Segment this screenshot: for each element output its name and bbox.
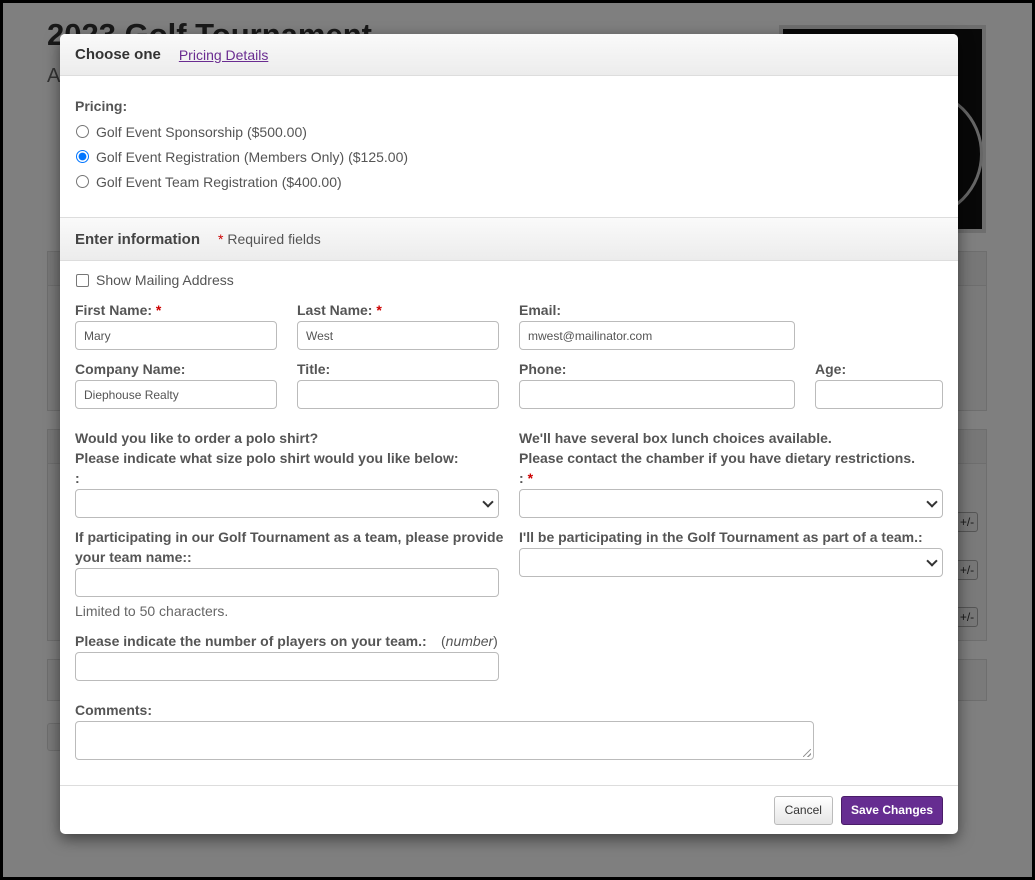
age-input[interactable] (815, 380, 943, 409)
chevron-down-icon (926, 555, 938, 567)
team-name-label-line1: If participating in our Golf Tournament … (75, 529, 504, 545)
players-count-input[interactable] (75, 652, 499, 681)
first-name-input[interactable] (75, 321, 277, 350)
modal-header: Choose one Pricing Details (60, 34, 958, 76)
pricing-option-label: Golf Event Registration (Members Only) (… (96, 148, 409, 165)
form-body: Show Mailing Address First Name: * Last … (60, 261, 958, 786)
pricing-label: Pricing: (75, 98, 128, 114)
lunch-question-line2: Please contact the chamber if you have d… (519, 450, 916, 466)
polo-question-line2: Please indicate what size polo shirt wou… (75, 450, 459, 466)
polo-size-select[interactable] (75, 489, 499, 518)
pricing-option-label: Golf Event Sponsorship ($500.00) (96, 123, 307, 140)
pricing-option-sponsorship[interactable]: Golf Event Sponsorship ($500.00) (75, 119, 943, 144)
pricing-radio-sponsorship[interactable] (76, 125, 89, 138)
registration-modal: Choose one Pricing Details Pricing: Golf… (60, 34, 958, 834)
comments-textarea[interactable] (75, 721, 814, 760)
last-name-label: Last Name: * (297, 302, 382, 318)
team-name-hint: Limited to 50 characters. (75, 603, 229, 619)
browser-viewport: 2023 Golf Tournament A +/- +/- +/- Choos… (0, 0, 1035, 880)
required-fields-note: * Required fields (218, 231, 321, 247)
email-input[interactable] (519, 321, 795, 350)
save-changes-button[interactable]: Save Changes (840, 795, 943, 825)
pricing-details-link[interactable]: Pricing Details (179, 47, 268, 63)
players-count-hint: (number) (441, 633, 498, 649)
polo-question-line1: Would you like to order a polo shirt? (75, 430, 319, 446)
first-name-label: First Name: * (75, 302, 162, 318)
company-name-input[interactable] (75, 380, 277, 409)
team-name-label-line2: your team name:: (75, 549, 192, 565)
title-input[interactable] (297, 380, 499, 409)
age-label: Age: (815, 361, 847, 377)
pricing-option-label: Golf Event Team Registration ($400.00) (96, 173, 342, 190)
show-mailing-address-checkbox[interactable]: Show Mailing Address (75, 272, 234, 288)
company-name-label: Company Name: (75, 361, 186, 377)
polo-question-line3: : (75, 470, 80, 486)
pricing-radio-team[interactable] (76, 175, 89, 188)
pricing-radio-registration[interactable] (76, 150, 89, 163)
pricing-option-registration[interactable]: Golf Event Registration (Members Only) (… (75, 144, 943, 169)
team-participation-select[interactable] (519, 548, 943, 577)
comments-label: Comments: (75, 702, 153, 718)
team-name-input[interactable] (75, 568, 499, 597)
resize-grip-icon[interactable] (803, 749, 811, 757)
pricing-option-team[interactable]: Golf Event Team Registration ($400.00) (75, 169, 943, 194)
players-count-label: Please indicate the number of players on… (75, 633, 427, 649)
checkbox-label: Show Mailing Address (96, 272, 234, 288)
cancel-button[interactable]: Cancel (773, 795, 833, 825)
phone-input[interactable] (519, 380, 795, 409)
chevron-down-icon (482, 496, 494, 508)
lunch-question-line3: : * (519, 470, 534, 486)
lunch-question-line1: We'll have several box lunch choices ava… (519, 430, 832, 446)
checkbox-box[interactable] (76, 273, 89, 287)
team-participation-label: I'll be participating in the Golf Tourna… (519, 529, 923, 545)
modal-title: Choose one (75, 46, 161, 63)
chevron-down-icon (926, 496, 938, 508)
phone-label: Phone: (519, 361, 567, 377)
section-title: Enter information (75, 230, 201, 248)
modal-footer: Cancel Save Changes (60, 785, 958, 834)
pricing-section: Pricing: Golf Event Sponsorship ($500.00… (60, 76, 958, 217)
last-name-input[interactable] (297, 321, 499, 350)
email-label: Email: (519, 302, 562, 318)
title-label: Title: (297, 361, 331, 377)
enter-information-header: Enter information * Required fields (60, 217, 958, 261)
box-lunch-select[interactable] (519, 489, 943, 518)
